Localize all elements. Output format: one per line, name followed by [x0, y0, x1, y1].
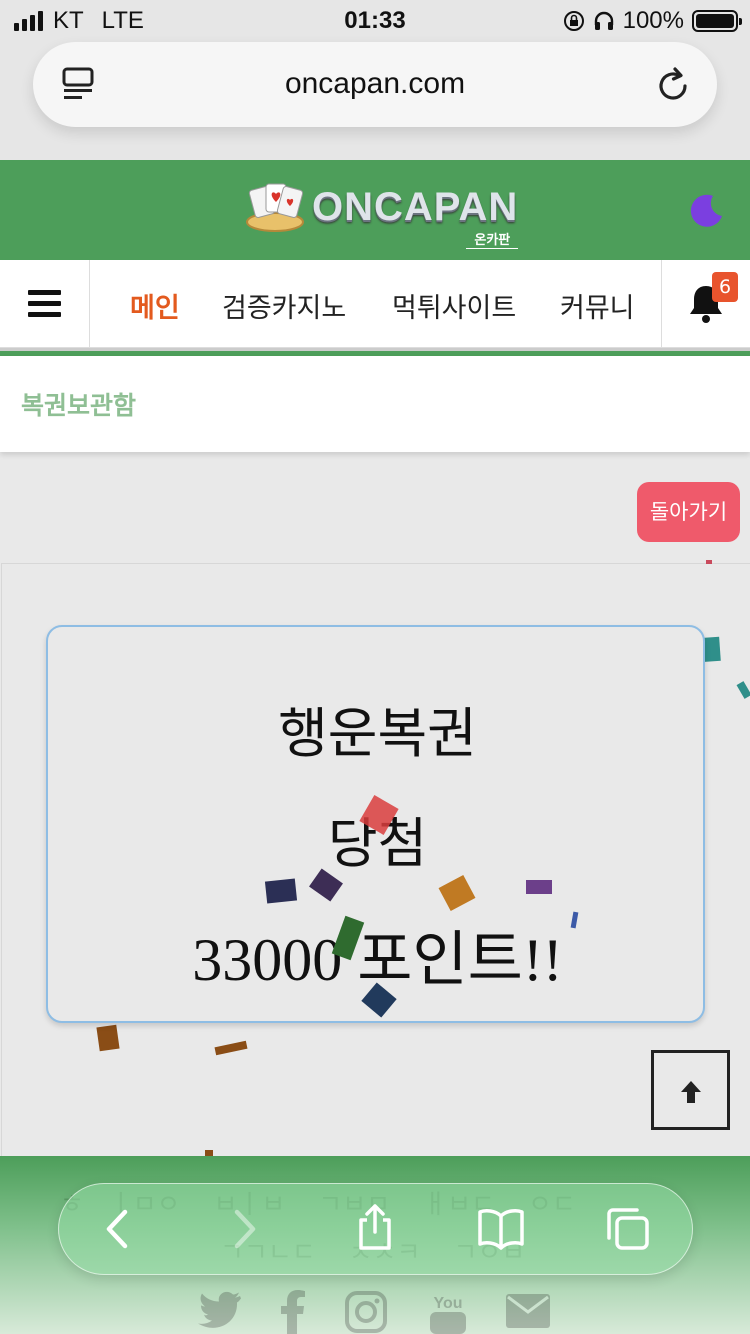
nav-menu: 메인 검증카지노 먹튀사이트 커뮤니 [90, 260, 662, 348]
browser-toolbar [58, 1183, 693, 1275]
forward-icon[interactable] [231, 1206, 259, 1252]
nav-item-verified-casino[interactable]: 검증카지노 [222, 286, 346, 325]
nav-item-community[interactable]: 커뮤니 [560, 286, 635, 325]
battery-percent: 100% [622, 7, 684, 34]
moon-icon[interactable] [686, 190, 726, 230]
twitter-icon[interactable] [198, 1290, 242, 1330]
youtube-icon[interactable]: You [428, 1290, 468, 1334]
reload-icon[interactable] [655, 64, 691, 104]
instagram-icon[interactable] [344, 1290, 388, 1334]
status-bar: KT LTE 01:33 100% [0, 0, 750, 40]
url-text[interactable]: oncapan.com [33, 67, 717, 101]
share-icon[interactable] [355, 1202, 395, 1252]
hamburger-menu-icon[interactable] [0, 260, 90, 348]
bookmarks-icon[interactable] [477, 1206, 525, 1250]
svg-text:You: You [433, 1295, 462, 1312]
section-header: 복권보관함 [0, 356, 750, 452]
back-button[interactable]: 돌아가기 [637, 482, 740, 542]
tabs-icon[interactable] [605, 1206, 651, 1252]
scroll-to-top-button[interactable] [651, 1050, 730, 1130]
facebook-icon[interactable] [278, 1290, 308, 1334]
arrow-up-icon [681, 1081, 701, 1103]
confetti-piece [264, 878, 298, 904]
notification-badge: 6 [712, 272, 738, 302]
confetti-piece [706, 560, 712, 564]
lottery-name: 행운복권 [278, 702, 477, 765]
back-icon[interactable] [103, 1206, 131, 1252]
page-title: 복권보관함 [21, 391, 137, 420]
site-logo[interactable]: ONCAPAN 온카판 [244, 178, 519, 249]
mail-icon[interactable] [504, 1290, 552, 1330]
notifications-button[interactable]: 6 [661, 260, 750, 348]
logo-subtitle: 온카판 [466, 229, 519, 249]
battery-icon [692, 10, 742, 32]
main-nav: 메인 검증카지노 먹튀사이트 커뮤니 6 [0, 260, 750, 348]
nav-item-main[interactable]: 메인 [130, 286, 180, 325]
headphones-icon [594, 11, 613, 30]
nav-item-scam-sites[interactable]: 먹튀사이트 [392, 286, 516, 325]
logo-cards-icon [246, 183, 304, 232]
confetti-piece [96, 1024, 120, 1052]
address-bar[interactable]: oncapan.com [33, 42, 717, 127]
confetti-piece [526, 880, 552, 894]
nav-divider [0, 348, 750, 356]
orientation-lock-icon [563, 11, 584, 31]
logo-text: ONCAPAN [312, 184, 519, 229]
